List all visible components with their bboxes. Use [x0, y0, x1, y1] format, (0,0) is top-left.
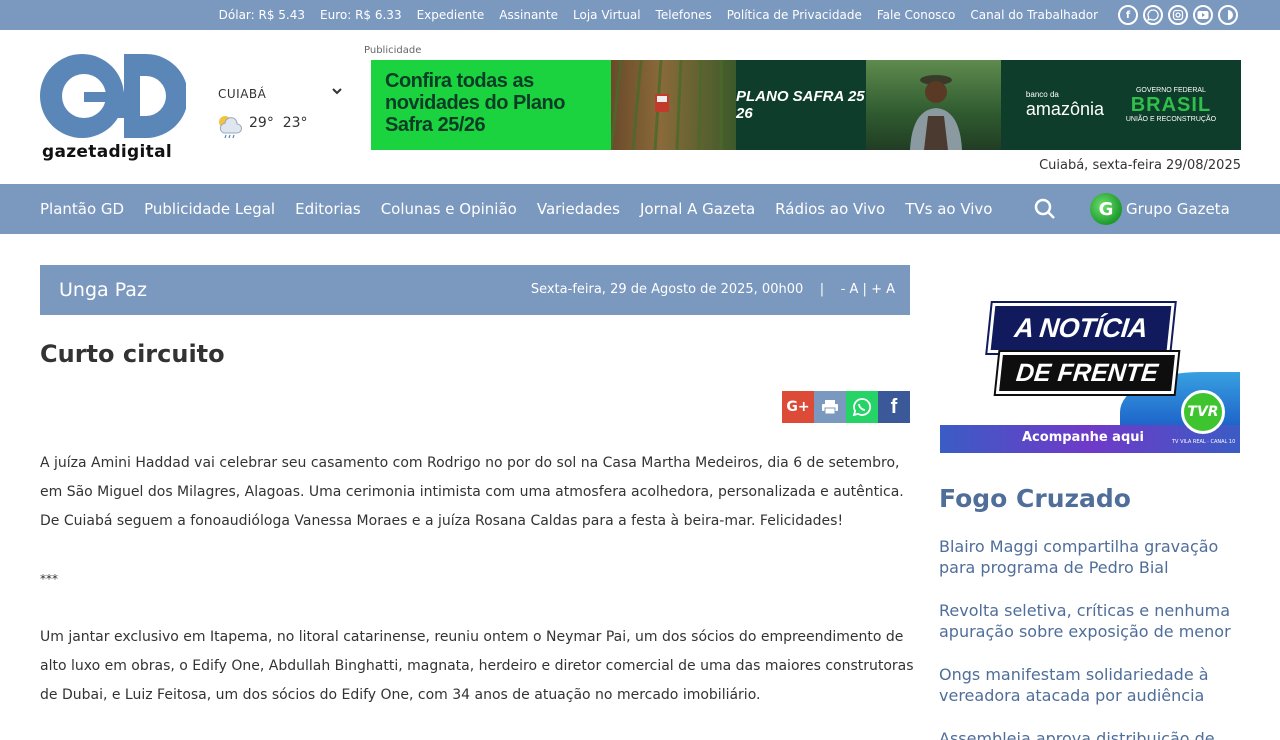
- print-icon: [822, 400, 838, 415]
- link-fale-conosco[interactable]: Fale Conosco: [877, 8, 956, 22]
- banco-amazonia-logo: banco da amazônia: [1025, 89, 1104, 119]
- tvr-ad[interactable]: A NOTÍCIA DE FRENTE Acompanhe aqui TVR T…: [940, 300, 1240, 454]
- ad-cta: Acompanhe aqui: [1022, 430, 1144, 445]
- top-utility-bar: Dólar: R$ 5.43 Euro: R$ 6.33 Expediente …: [0, 0, 1280, 30]
- article-separator: ***: [40, 572, 58, 586]
- nav-radios-ao-vivo[interactable]: Rádios ao Vivo: [775, 200, 885, 218]
- ad-line2: DE FRENTE: [995, 352, 1179, 394]
- column-meta: Sexta-feira, 29 de Agosto de 2025, 00h00…: [530, 282, 895, 297]
- euro-rate: Euro: R$ 6.33: [320, 8, 402, 22]
- article-paragraph: Um jantar exclusivo em Itapema, no litor…: [40, 629, 914, 703]
- whatsapp-icon[interactable]: [1143, 5, 1163, 25]
- link-assinante[interactable]: Assinante: [499, 8, 558, 22]
- dollar-rate: Dólar: R$ 5.43: [218, 8, 306, 22]
- instagram-icon[interactable]: [1168, 5, 1188, 25]
- nav-colunas-opiniao[interactable]: Colunas e Opinião: [381, 200, 517, 218]
- fogo-cruzado-item[interactable]: Ongs manifestam solidariedade à vereador…: [939, 664, 1239, 706]
- nav-plantao-gd[interactable]: Plantão GD: [40, 200, 124, 218]
- contrast-icon[interactable]: [1218, 5, 1238, 25]
- temp-max: 29°: [249, 115, 274, 131]
- grupo-gazeta-link[interactable]: G Grupo Gazeta: [1090, 193, 1230, 225]
- partly-cloudy-rain-icon: [216, 113, 244, 143]
- social-icons: f: [1118, 5, 1238, 25]
- google-plus-share-button[interactable]: G+: [782, 391, 814, 423]
- temp-min: 23°: [282, 115, 308, 131]
- nav-tvs-ao-vivo[interactable]: TVs ao Vivo: [905, 200, 992, 218]
- facebook-share-button[interactable]: f: [878, 391, 910, 423]
- top-links: Dólar: R$ 5.43 Euro: R$ 6.33 Expediente …: [219, 0, 1098, 30]
- grupo-gazeta-icon: G: [1090, 193, 1122, 225]
- whatsapp-share-button[interactable]: [846, 391, 878, 423]
- logo-wordmark: gazetadigital: [42, 142, 172, 162]
- grupo-gazeta-label: Grupo Gazeta: [1126, 200, 1230, 218]
- fogo-cruzado-list: Blairo Maggi compartilha gravação para p…: [939, 536, 1239, 740]
- weather-temps: 29° 23°: [249, 115, 308, 131]
- banner-farmer-image: [866, 60, 1001, 150]
- banner-badge: PLANO SAFRA 25 26: [736, 60, 866, 150]
- fogo-cruzado-item[interactable]: Assembleia aprova distribuição de: [939, 728, 1239, 740]
- fogo-cruzado-item[interactable]: Blairo Maggi compartilha gravação para p…: [939, 536, 1239, 578]
- article-body: A juíza Amini Haddad vai celebrar seu ca…: [40, 449, 915, 739]
- publish-date: Sexta-feira, 29 de Agosto de 2025, 00h00: [530, 282, 804, 297]
- governo-federal-logo: GOVERNO FEDERAL BRASIL UNIÃO E RECONSTRU…: [1125, 87, 1217, 123]
- nav-publicidade-legal[interactable]: Publicidade Legal: [144, 200, 275, 218]
- tvr-logo: TVR: [1181, 390, 1225, 434]
- link-privacidade[interactable]: Política de Privacidade: [727, 8, 862, 22]
- search-icon[interactable]: [1034, 198, 1056, 220]
- banner-field-image: [609, 59, 736, 151]
- plano-safra-banner[interactable]: Confira todas as novidades do Plano Safr…: [371, 59, 1241, 151]
- ad-line1: A NOTÍCIA: [987, 303, 1175, 353]
- link-canal-trabalhador[interactable]: Canal do Trabalhador: [970, 8, 1098, 22]
- font-increase-button[interactable]: + A: [871, 282, 895, 297]
- facebook-icon[interactable]: f: [1118, 5, 1138, 25]
- chevron-down-icon[interactable]: [331, 85, 343, 101]
- font-decrease-button[interactable]: - A: [841, 282, 859, 297]
- tvr-logo-sub: TV VILA REAL · CANAL 10: [1172, 439, 1236, 445]
- main-nav: Plantão GD Publicidade Legal Editorias C…: [0, 184, 1280, 234]
- share-buttons: G+ f: [782, 391, 910, 423]
- column-header: Unga Paz Sexta-feira, 29 de Agosto de 20…: [40, 265, 910, 315]
- weather-city[interactable]: CUIABÁ: [218, 87, 266, 101]
- banner-headline: Confira todas as novidades do Plano Safr…: [371, 60, 611, 150]
- print-button[interactable]: [814, 391, 846, 423]
- column-author[interactable]: Unga Paz: [59, 279, 147, 301]
- link-telefones[interactable]: Telefones: [656, 8, 712, 22]
- fogo-cruzado-title[interactable]: Fogo Cruzado: [939, 484, 1131, 513]
- whatsapp-icon: [852, 398, 871, 417]
- article-paragraph: A juíza Amini Haddad vai celebrar seu ca…: [40, 455, 904, 529]
- link-loja-virtual[interactable]: Loja Virtual: [573, 8, 641, 22]
- nav-variedades[interactable]: Variedades: [537, 200, 620, 218]
- ad-label: Publicidade: [364, 45, 422, 56]
- nav-editorias[interactable]: Editorias: [295, 200, 361, 218]
- fogo-cruzado-item[interactable]: Revolta seletiva, críticas e nenhuma apu…: [939, 600, 1239, 642]
- youtube-icon[interactable]: [1193, 5, 1213, 25]
- article-title: Curto circuito: [40, 340, 225, 368]
- banner-sponsors: banco da amazônia GOVERNO FEDERAL BRASIL …: [1001, 60, 1241, 150]
- link-expediente[interactable]: Expediente: [417, 8, 485, 22]
- date-line: Cuiabá, sexta-feira 29/08/2025: [1039, 158, 1241, 173]
- nav-jornal-a-gazeta[interactable]: Jornal A Gazeta: [640, 200, 755, 218]
